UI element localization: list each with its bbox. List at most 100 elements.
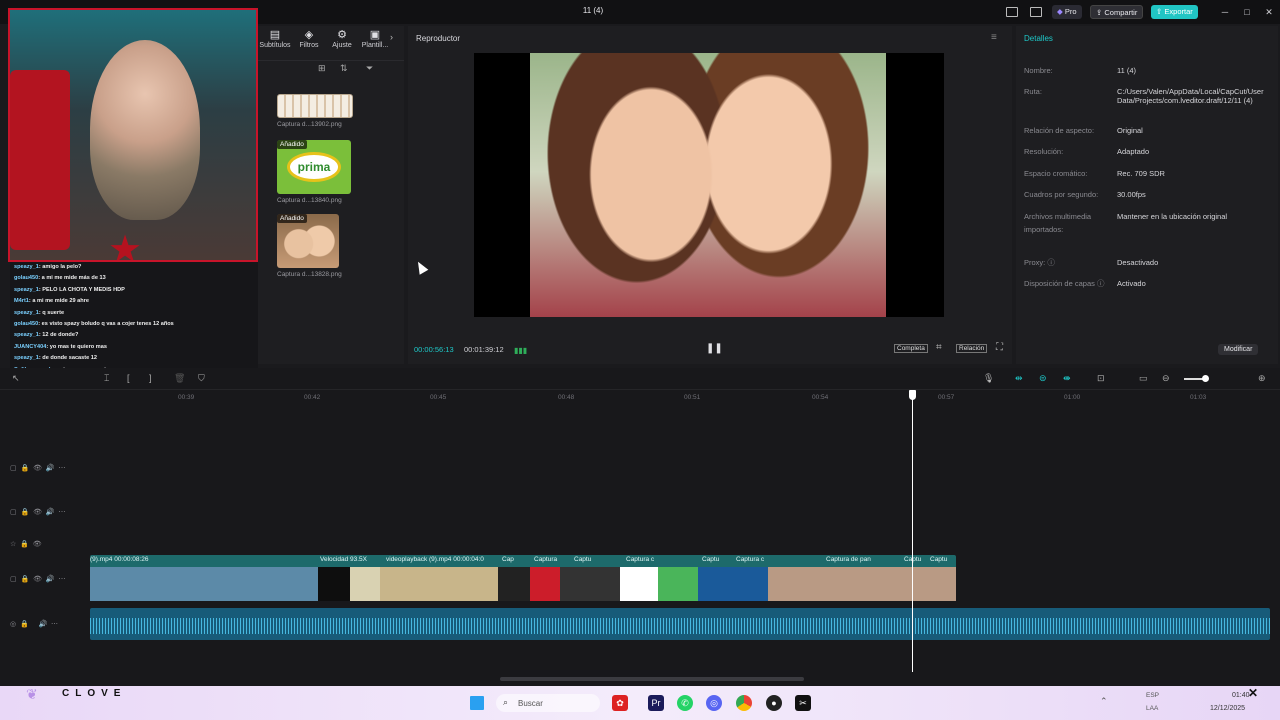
- premiere-icon[interactable]: Pr: [648, 695, 664, 711]
- layout-icon[interactable]: [1006, 7, 1018, 17]
- time-ruler[interactable]: 00:39 00:42 00:45 00:48 00:51 00:54 00:57 01:00…: [0, 368, 1280, 408]
- main-video-track[interactable]: (9).mp4 00:00:08:26 Velocidad 93.5X videop…: [90, 555, 956, 601]
- flower-app-icon[interactable]: ✿: [612, 695, 628, 711]
- media-thumbnail: [277, 94, 353, 118]
- tabs-next-icon[interactable]: ›: [390, 32, 393, 42]
- full-button[interactable]: Completa: [894, 344, 928, 353]
- overlay-close-icon[interactable]: ✕: [1248, 686, 1258, 700]
- chat-message: M4rt1: a mi me mide 29 ahre: [14, 298, 89, 304]
- filter-icon[interactable]: ⏷: [366, 63, 373, 74]
- clip-label: (9).mp4 00:00:08:26: [90, 556, 149, 563]
- detail-value: Adaptado: [1117, 147, 1150, 156]
- chat-username: speazy_1: [14, 264, 39, 270]
- ruler-tick-label: 00:48: [558, 394, 575, 401]
- export-button[interactable]: ⇧ Exportar: [1151, 5, 1198, 19]
- chat-message: speazy_1: PELO LA CHOTA Y MEDIS HDP: [14, 287, 125, 293]
- ratio-button[interactable]: Relación: [956, 344, 988, 353]
- track-controls-row[interactable]: ▢ 🔒 👁 🔊 ⋯: [10, 575, 66, 583]
- detail-value: Desactivado: [1117, 258, 1159, 267]
- tab-subtitles[interactable]: ▤ Subtítulos: [258, 28, 292, 49]
- share-button[interactable]: ⇪ Compartir: [1090, 5, 1144, 19]
- fullscreen-icon[interactable]: ⛶: [996, 342, 1003, 353]
- ruler-tick-label: 01:00: [1064, 394, 1081, 401]
- lang-indicator[interactable]: ESP: [1146, 692, 1159, 699]
- keyboard-icon[interactable]: [1030, 7, 1042, 17]
- minimize-button[interactable]: ─: [1218, 5, 1232, 19]
- media-item-1[interactable]: Captura d...13902.png: [277, 94, 355, 128]
- clock-time[interactable]: 01:40: [1232, 692, 1250, 699]
- playhead-handle[interactable]: [909, 390, 916, 400]
- media-item-label: Captura d...13840.png: [277, 197, 342, 204]
- audio-track[interactable]: [90, 608, 1270, 640]
- detail-label: Espacio cromático:: [1024, 169, 1088, 178]
- track-controls-row[interactable]: ▢ 🔒 👁 🔊 ⋯: [10, 508, 66, 516]
- tray-chevron-icon[interactable]: ⌃: [1100, 696, 1108, 707]
- audio-waveform: [90, 618, 1270, 634]
- ruler-tick-label: 00:42: [304, 394, 321, 401]
- preview-image: [530, 53, 886, 317]
- window-title: 11 (4): [582, 6, 604, 15]
- capcut-icon[interactable]: ✂: [795, 695, 811, 711]
- sort-icon[interactable]: ⇅: [340, 63, 348, 74]
- detail-label: Cuadros por segundo:: [1024, 190, 1099, 199]
- added-badge: Añadido: [277, 214, 307, 223]
- whatsapp-icon[interactable]: ✆: [677, 695, 693, 711]
- search-placeholder: Buscar: [518, 699, 543, 708]
- track-controls-row[interactable]: ◎ 🔒 🔊 ⋯: [10, 620, 58, 628]
- timeline-scrollbar[interactable]: [500, 677, 804, 681]
- media-thumbnail: prima Añadido: [277, 140, 351, 194]
- chat-username: speazy_1: [14, 355, 39, 362]
- playhead[interactable]: [909, 390, 916, 672]
- search-box[interactable]: ⌕ Buscar: [496, 694, 600, 712]
- chat-message: speazy_1: de donde sacaste 12: [14, 355, 97, 361]
- chat-message: speazy_1: amigo la pelo?: [14, 264, 81, 270]
- tab-adjust[interactable]: ⚙ Ajuste: [325, 28, 359, 49]
- capcut-window: 11 (4) ◆ Pro ⇪ Compartir ⇧ Exportar ─ □ …: [0, 0, 1280, 720]
- chat-username: speazy_1: [14, 332, 39, 339]
- chat-text: : q suerte: [38, 309, 65, 316]
- start-button[interactable]: [470, 696, 484, 710]
- timeline: ↖ ⌶ [ ] 🗑 ⛉ 🎙 ⇹ ⊜ ⇼ ⊡ ▭ ⊖ ⊕ 00:39 00:42 00…: [0, 368, 1280, 686]
- chrome-icon[interactable]: [736, 695, 752, 711]
- modify-button[interactable]: Modificar: [1218, 344, 1259, 355]
- details-panel: Detalles Nombre: 11 (4) Ruta: C:/Users/Vale…: [1016, 26, 1278, 364]
- obs-icon[interactable]: ●: [766, 695, 782, 711]
- chat-text: : es visto spazy boludo q vas a cojer te…: [38, 321, 174, 327]
- grid-view-icon[interactable]: ⊞: [318, 63, 326, 74]
- detail-value: 11 (4): [1117, 66, 1137, 75]
- track-controls-row[interactable]: ☆ 🔒 👁: [10, 540, 42, 548]
- ruler-tick-label: 00:51: [684, 394, 701, 401]
- maximize-button[interactable]: □: [1240, 5, 1254, 19]
- prima-logo: prima: [287, 152, 341, 182]
- pause-icon[interactable]: ❚❚: [706, 343, 723, 354]
- detail-value: Original: [1117, 126, 1143, 135]
- webcam-overlay: ★: [8, 8, 258, 262]
- media-item-2[interactable]: prima Añadido Captura d...13840.png: [277, 140, 355, 204]
- clip-label: Captu: [702, 556, 720, 563]
- discord-icon[interactable]: ◎: [706, 695, 722, 711]
- ruler-tick-label: 00:45: [430, 394, 447, 401]
- media-item-3[interactable]: Añadido Captura d...13828.png: [277, 214, 355, 278]
- pro-button[interactable]: ◆ Pro: [1052, 5, 1082, 19]
- chat-text: : amigo la pelo?: [38, 264, 82, 270]
- chat-text: : PELO LA CHOTA Y MEDIS HDP: [38, 286, 125, 293]
- clove-logo: CLOVE: [62, 688, 127, 699]
- tab-filters[interactable]: ◈ Filtros: [292, 28, 326, 49]
- player-menu-icon[interactable]: ≡: [991, 32, 997, 43]
- detail-label: Disposición de capas ⓘ: [1024, 279, 1105, 288]
- chat-username: golau450: [14, 275, 39, 282]
- ruler-tick-label: 00:39: [178, 394, 195, 401]
- chat-username: JUANCY404: [14, 343, 47, 350]
- clock-date[interactable]: 12/12/2025: [1210, 705, 1245, 712]
- share-icon: ⇪: [1096, 8, 1103, 17]
- detail-value: Rec. 709 SDR: [1117, 169, 1165, 178]
- pro-icon: ◆: [1057, 7, 1063, 16]
- media-thumbnail: Añadido: [277, 214, 339, 268]
- detail-label: Ruta:: [1024, 87, 1042, 96]
- tab-templates[interactable]: ▣ Plantill...: [358, 28, 392, 49]
- media-toolbar: ⊞ ⇅ ⏷: [258, 60, 404, 74]
- screenshot-icon[interactable]: ⌗: [936, 342, 942, 353]
- close-button[interactable]: ✕: [1262, 5, 1276, 19]
- chat-text: : a mi me mide 29 ahre: [28, 298, 89, 305]
- track-controls-row[interactable]: ▢ 🔒 👁 🔊 ⋯: [10, 464, 66, 472]
